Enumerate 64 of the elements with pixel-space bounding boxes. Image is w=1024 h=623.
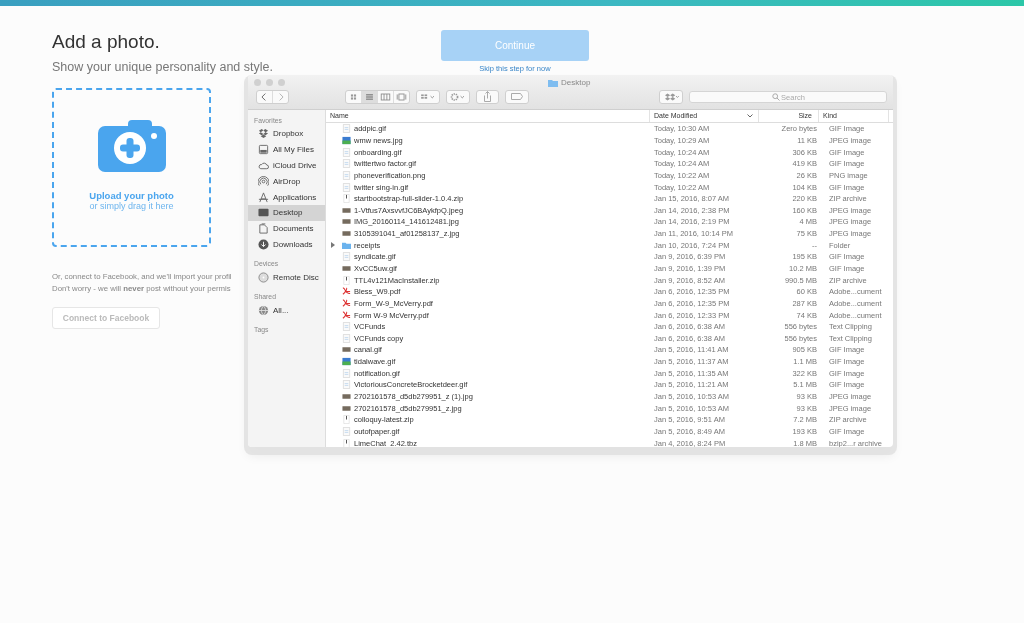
action-button[interactable] — [446, 90, 470, 104]
airdrop-icon — [258, 175, 269, 187]
sidebar-item[interactable]: iCloud Drive — [248, 157, 325, 174]
dropbox-button[interactable] — [659, 90, 683, 104]
document-icon — [342, 322, 351, 332]
sidebar-item[interactable]: All... — [248, 302, 325, 318]
window-title: Desktop — [561, 78, 591, 87]
list-view-icon[interactable] — [362, 91, 378, 103]
disc-icon — [258, 271, 269, 283]
sidebar-item[interactable]: Documents — [248, 220, 325, 237]
image-thumbnail-icon — [342, 264, 351, 273]
document-icon — [342, 159, 351, 169]
pdf-file-icon — [342, 287, 351, 297]
collapsed-triangle-icon[interactable] — [330, 241, 336, 250]
document-icon — [342, 426, 351, 436]
arrange-button[interactable] — [416, 90, 440, 104]
view-switcher[interactable] — [345, 90, 410, 104]
document-icon — [342, 147, 351, 157]
zipper-file-icon — [342, 194, 351, 204]
document-icon — [342, 182, 351, 192]
pdf-file-icon — [342, 310, 351, 320]
drive-icon — [258, 144, 269, 156]
camera-plus-icon — [97, 120, 166, 172]
document-icon — [342, 368, 351, 378]
pdf-file-icon — [342, 298, 351, 308]
cloud-icon — [258, 160, 269, 171]
sort-chevron-icon[interactable] — [746, 113, 754, 119]
applications-icon — [258, 191, 269, 203]
upload-hint: or simply drag it here — [89, 201, 174, 211]
document-icon — [342, 380, 351, 390]
document-icon — [342, 170, 351, 180]
share-button[interactable] — [476, 90, 499, 104]
cover-flow-icon[interactable] — [394, 91, 409, 103]
image-file-icon — [342, 357, 351, 367]
sidebar-item[interactable]: Applications — [248, 189, 325, 205]
page-subtitle: Show your unique personality and style. — [52, 60, 274, 74]
zipper-file-icon — [342, 415, 351, 425]
sidebar-item[interactable]: AirDrop — [248, 173, 325, 190]
navigation-buttons[interactable] — [256, 90, 289, 104]
zipper-file-icon — [342, 275, 351, 285]
folder-icon — [548, 78, 558, 87]
document-icon — [342, 333, 351, 343]
folder-icon — [342, 240, 351, 250]
tag-icon — [511, 93, 523, 100]
download-icon — [258, 238, 269, 250]
sidebar-item[interactable]: Dropbox — [248, 126, 325, 142]
sidebar-item[interactable]: All My Files — [248, 141, 325, 158]
sidebar-item[interactable]: Downloads — [248, 236, 325, 253]
sidebar-item[interactable]: Remote Disc — [248, 269, 325, 286]
tag-button[interactable] — [505, 90, 529, 104]
document-icon — [342, 252, 351, 262]
document-icon — [342, 124, 351, 134]
image-thumbnail-icon — [342, 345, 351, 355]
upload-title: Upload your photo — [89, 190, 174, 201]
desktop-icon — [258, 207, 269, 219]
document-icon — [258, 223, 269, 235]
share-icon — [484, 91, 491, 102]
image-file-icon — [342, 135, 351, 145]
globe-icon — [258, 304, 269, 316]
page-title: Add a photo. — [52, 31, 161, 53]
sidebar-item[interactable]: Desktop — [248, 205, 325, 221]
dropbox-icon — [258, 128, 269, 140]
column-view-icon[interactable] — [378, 91, 394, 103]
search-icon — [772, 93, 780, 101]
